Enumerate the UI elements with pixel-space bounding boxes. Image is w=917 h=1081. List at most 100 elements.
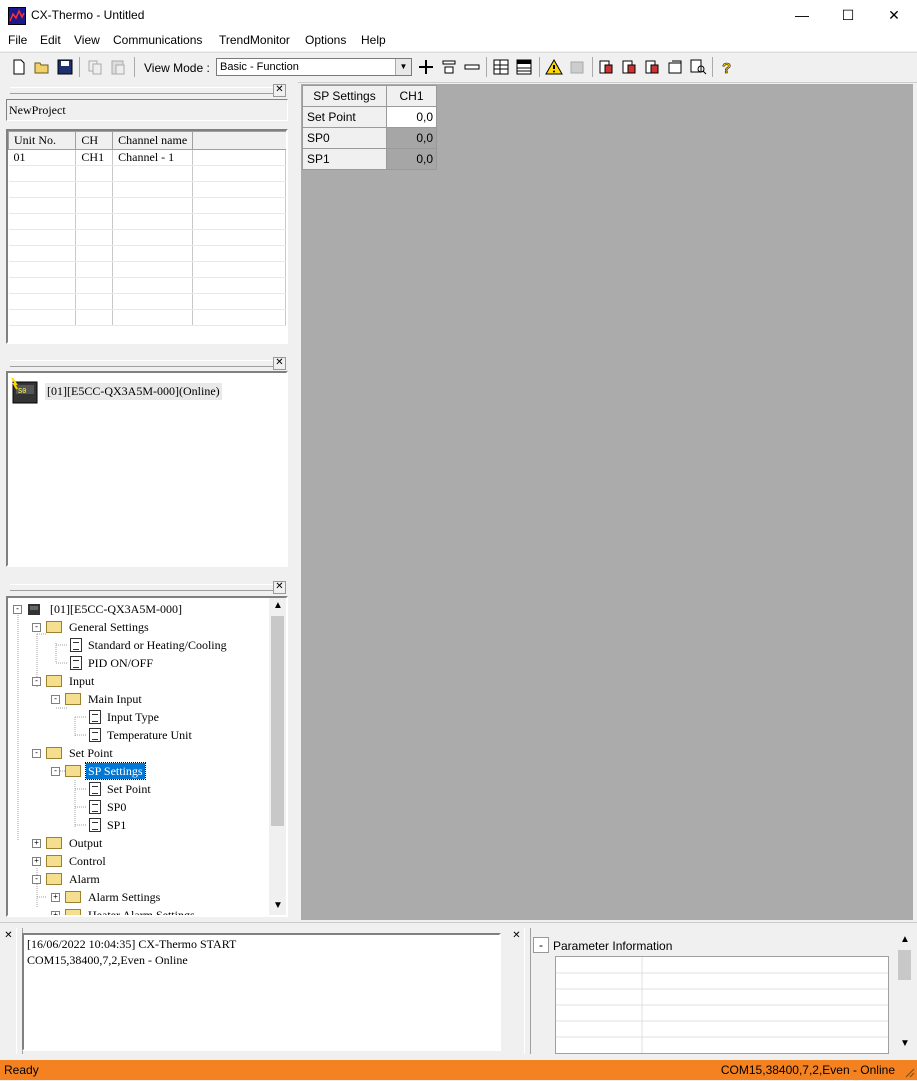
parameter-grid-area: SP Settings CH1 Set Point 0,0 SP0 0,0 SP… xyxy=(301,84,913,920)
document-icon xyxy=(89,818,101,832)
scroll-thumb[interactable] xyxy=(898,950,911,980)
unit-no-cell: 01 xyxy=(8,149,77,166)
view-mode-value: Basic - Function xyxy=(220,61,299,73)
resize-grip-icon[interactable] xyxy=(903,1066,915,1078)
scroll-up-icon[interactable]: ▲ xyxy=(900,934,910,945)
close-button[interactable]: ✕ xyxy=(871,0,917,31)
connection-status: COM15,38400,7,2,Even - Online xyxy=(720,1063,895,1077)
folder-icon xyxy=(46,675,62,687)
folder-icon xyxy=(65,693,81,705)
project-name-box: NewProject xyxy=(6,99,288,121)
remove-icon[interactable] xyxy=(463,58,481,76)
table-view-icon[interactable] xyxy=(515,58,533,76)
controller-device-icon: S0 xyxy=(10,377,40,405)
help-icon[interactable]: ? xyxy=(717,58,735,76)
svg-text:?: ? xyxy=(722,60,731,76)
param-pane-grip xyxy=(524,928,531,1054)
device-disabled-icon[interactable] xyxy=(568,58,586,76)
row-label-set-point: Set Point xyxy=(302,106,387,128)
expand-icon: + xyxy=(32,857,41,866)
collapse-icon: - xyxy=(32,677,41,686)
col-ch[interactable]: CH xyxy=(75,131,114,150)
folder-icon xyxy=(65,891,81,903)
folder-icon xyxy=(46,621,62,633)
expand-icon: + xyxy=(51,893,60,902)
transfer-icon[interactable] xyxy=(597,58,615,76)
download-icon[interactable] xyxy=(620,58,638,76)
param-scrollbar[interactable]: ▲ ▼ xyxy=(896,932,913,1054)
scroll-down-icon[interactable]: ▼ xyxy=(273,900,283,911)
compare-icon[interactable] xyxy=(666,58,684,76)
save-icon[interactable] xyxy=(56,58,74,76)
copy-icon[interactable] xyxy=(86,58,104,76)
table-row[interactable]: 01 CH1 Channel - 1 xyxy=(8,149,286,166)
folder-icon xyxy=(46,837,62,849)
menu-options[interactable]: Options xyxy=(305,33,346,47)
menu-communications[interactable]: Communications xyxy=(113,33,202,47)
col-unit-no[interactable]: Unit No. xyxy=(7,131,77,150)
param-grid-lines xyxy=(556,957,888,1053)
warning-icon[interactable] xyxy=(545,58,563,76)
grid-view-icon[interactable] xyxy=(492,58,510,76)
paste-icon[interactable] xyxy=(109,58,127,76)
folder-icon xyxy=(65,765,81,777)
grid-row-sp0: SP0 0,0 xyxy=(302,127,437,149)
upload-icon[interactable] xyxy=(643,58,661,76)
menu-file[interactable]: File xyxy=(8,33,27,47)
menu-edit[interactable]: Edit xyxy=(40,33,61,47)
log-output[interactable]: [16/06/2022 10:04:35] CX-Thermo START CO… xyxy=(22,933,501,1051)
grid-row-sp1: SP1 0,0 xyxy=(302,148,437,170)
param-info-grid xyxy=(555,956,889,1054)
app-logo-icon xyxy=(8,7,26,25)
sp1-value[interactable]: 0,0 xyxy=(386,148,437,170)
channel-name-cell: Channel - 1 xyxy=(112,149,194,166)
scroll-thumb[interactable] xyxy=(271,616,284,826)
scroll-down-icon[interactable]: ▼ xyxy=(900,1038,910,1049)
grid-header: SP Settings xyxy=(302,85,387,107)
set-point-value[interactable]: 0,0 xyxy=(386,106,437,128)
search-icon[interactable] xyxy=(689,58,707,76)
grid-channel-header[interactable]: CH1 xyxy=(386,85,437,107)
view-mode-select[interactable]: Basic - Function ▼ xyxy=(216,58,412,76)
menu-bar: File Edit View Communications TrendMonit… xyxy=(0,31,917,51)
window-title: CX-Thermo - Untitled xyxy=(31,8,145,22)
device-icon xyxy=(26,601,42,616)
document-icon xyxy=(89,728,101,742)
close-tree-pane-icon[interactable]: ✕ xyxy=(273,581,286,594)
close-param-pane-icon[interactable]: ✕ xyxy=(511,931,522,942)
col-channel-name[interactable]: Channel name xyxy=(112,131,194,150)
menu-help[interactable]: Help xyxy=(361,33,386,47)
document-icon xyxy=(70,656,82,670)
menu-trendmonitor[interactable]: TrendMonitor xyxy=(219,33,290,47)
document-icon xyxy=(70,638,82,652)
collapse-icon: - xyxy=(32,875,41,884)
close-log-pane-icon[interactable]: ✕ xyxy=(3,931,14,942)
close-device-pane-icon[interactable]: ✕ xyxy=(273,357,286,370)
scroll-up-icon[interactable]: ▲ xyxy=(273,600,283,611)
status-text: Ready xyxy=(4,1063,39,1077)
document-icon xyxy=(89,782,101,796)
sp0-value[interactable]: 0,0 xyxy=(386,127,437,149)
close-project-pane-icon[interactable]: ✕ xyxy=(273,84,286,97)
device-pane-bar: ✕ xyxy=(6,357,288,370)
project-name: NewProject xyxy=(9,103,66,117)
maximize-button[interactable]: ☐ xyxy=(825,0,871,31)
open-folder-icon[interactable] xyxy=(33,58,51,76)
chevron-down-icon[interactable]: ▼ xyxy=(395,59,411,75)
add-icon[interactable] xyxy=(417,58,435,76)
insert-row-icon[interactable] xyxy=(440,58,458,76)
expand-icon: + xyxy=(32,839,41,848)
minimize-button[interactable]: — xyxy=(779,0,825,31)
device-label[interactable]: [01][E5CC-QX3A5M-000](Online) xyxy=(45,383,222,400)
document-icon xyxy=(89,800,101,814)
status-bar: Ready COM15,38400,7,2,Even - Online xyxy=(0,1060,917,1080)
menu-view[interactable]: View xyxy=(74,33,100,47)
new-file-icon[interactable] xyxy=(10,58,28,76)
folder-icon xyxy=(46,855,62,867)
collapse-param-button[interactable]: - xyxy=(533,937,549,953)
log-line: [16/06/2022 10:04:35] CX-Thermo START xyxy=(27,937,237,951)
unit-list: Unit No. CH Channel name 01 CH1 Channel … xyxy=(6,129,288,344)
tree-scrollbar[interactable]: ▲ ▼ xyxy=(269,598,286,915)
unit-table: Unit No. CH Channel name 01 CH1 Channel … xyxy=(7,131,286,326)
view-mode-label: View Mode : xyxy=(144,61,210,75)
